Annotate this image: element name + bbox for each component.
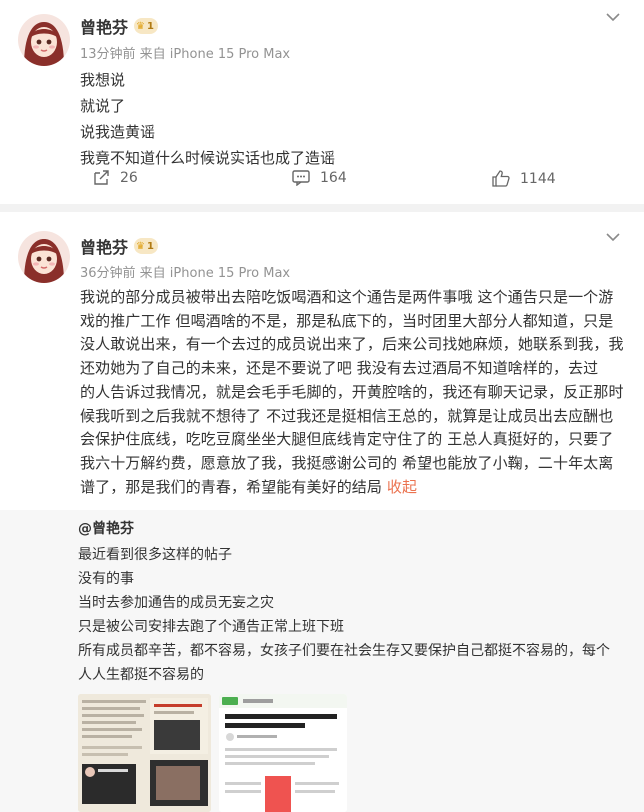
post-line: 说我造黄谣: [80, 123, 156, 141]
post-meta: 13分钟前 来自 iPhone 15 Pro Max: [80, 47, 291, 62]
post-line: 的人告诉过我情况，就是会毛手毛脚的，开黄腔啥的，我还有聊天记录，反正那时: [80, 382, 624, 401]
username[interactable]: 曾艳芬: [80, 14, 128, 38]
repost-count: 26: [120, 170, 138, 186]
avatar[interactable]: [18, 14, 70, 66]
action-bar: 26 164 1144: [0, 170, 644, 198]
crown-icon: ♛: [136, 20, 145, 32]
post-line: 我竟不知道什么时候说实话也成了造谣: [80, 149, 336, 167]
like-button[interactable]: 1144: [492, 170, 556, 187]
repost-button[interactable]: 26: [92, 170, 138, 186]
post-line: 没人敢说出来，有一个去过的成员说出来了，后来公司找她麻烦，她联系到我，我: [80, 335, 624, 354]
vip-badge[interactable]: ♛ 1: [134, 238, 158, 254]
post-line-last: 谱了，那是我们的青春，希望能有美好的结局 收起: [80, 476, 624, 500]
crown-icon: ♛: [136, 240, 145, 252]
collapse-link[interactable]: 收起: [387, 478, 417, 496]
post-line: 候我听到之后我就不想待了 不过我还是挺相信王总的，就算是让成员出去应酬也: [80, 406, 614, 425]
retweet-line: 当时去参加通告的成员无妄之灾: [78, 595, 274, 611]
vip-level: 1: [146, 20, 154, 32]
post-line: 我想说: [80, 71, 126, 89]
retweet-line: 只是被公司安排去跑了个通告正常上班下班: [78, 619, 344, 635]
post-line: 会保护住底线，吃吃豆腐坐坐大腿但底线肯定守住了的 王总人真挺好的，只要了: [80, 430, 614, 449]
like-icon: [492, 170, 510, 187]
post-text: 我说的部分成员被带出去陪吃饭喝酒和这个通告是两件事哦 这个通告只是一个游 戏的推…: [80, 286, 624, 499]
retweet-author[interactable]: @曾艳芬: [78, 518, 134, 538]
retweet-line: 所有成员都辛苦，都不容易，女孩子们要在社会生存又要保护自己都挺不容易的，每个: [78, 643, 610, 659]
post-text: 我想说 就说了 说我造黄谣 我竟不知道什么时候说实话也成了造谣: [80, 67, 335, 171]
post-line: 我说的部分成员被带出去陪吃饭喝酒和这个通告是两件事哦 这个通告只是一个游: [80, 288, 614, 306]
retweet-line: 没有的事: [78, 571, 134, 587]
comment-icon: [292, 170, 310, 186]
post-line: 就说了: [80, 97, 126, 115]
post-meta: 36分钟前 来自 iPhone 15 Pro Max: [80, 266, 291, 281]
post-line: 戏的推广工作 但喝酒啥的不是，那是私底下的，当时团里大部分人都知道，只是: [80, 311, 614, 330]
like-count: 1144: [520, 170, 556, 187]
retweet-image-1[interactable]: [78, 694, 211, 812]
post-line: 我六十万解约费，愿意放了我，我挺感谢公司的 希望也能放了小鞠，二十年太离: [80, 453, 614, 472]
vip-badge[interactable]: ♛ 1: [134, 18, 158, 34]
avatar[interactable]: [18, 231, 70, 283]
comment-button[interactable]: 164: [292, 170, 347, 186]
chevron-down-icon[interactable]: [606, 230, 620, 246]
repost-icon: [94, 170, 109, 185]
user-row: 曾艳芬 ♛ 1: [80, 14, 158, 38]
weibo-post-2: 曾艳芬 ♛ 1 36分钟前 来自 iPhone 15 Pro Max 我说的部分…: [0, 212, 644, 812]
username[interactable]: 曾艳芬: [80, 234, 128, 258]
retweet-line: 最近看到很多这样的帖子: [78, 547, 232, 563]
weibo-post-1: 曾艳芬 ♛ 1 13分钟前 来自 iPhone 15 Pro Max 我想说 就…: [0, 0, 644, 204]
retweet-image-2[interactable]: [219, 694, 347, 812]
comment-count: 164: [320, 170, 347, 186]
user-row: 曾艳芬 ♛ 1: [80, 234, 158, 258]
vip-level: 1: [146, 240, 154, 252]
post-line: 还劝她为了自己的未来，还是不要说了吧 我没有去过酒局不知道啥样的，去过: [80, 359, 599, 378]
post-line-text: 谱了，那是我们的青春，希望能有美好的结局: [80, 477, 383, 496]
chevron-down-icon[interactable]: [606, 10, 620, 26]
retweet-line: 人人生都挺不容易的: [78, 667, 204, 683]
